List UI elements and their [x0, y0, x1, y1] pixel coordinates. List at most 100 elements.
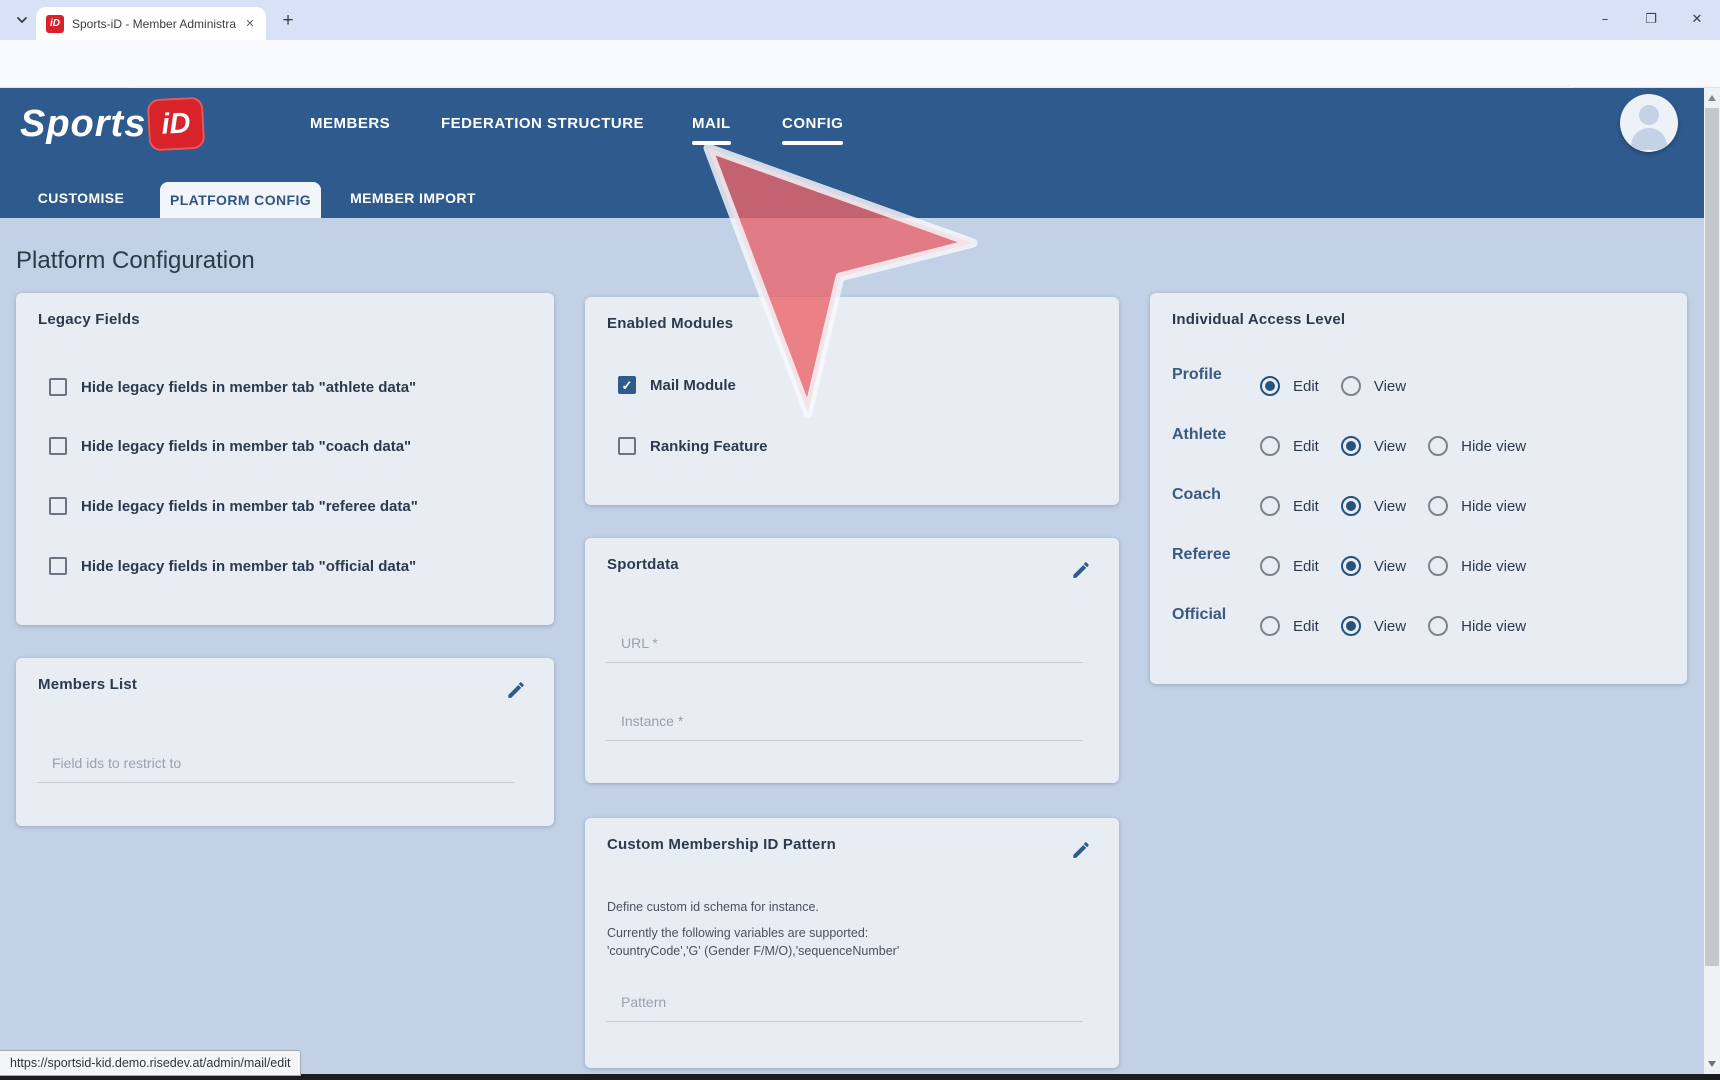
radio-athlete-view[interactable]: [1341, 436, 1361, 456]
checkbox-mail-module[interactable]: ✓ Mail Module: [618, 373, 736, 397]
radio-label[interactable]: Hide view: [1461, 498, 1526, 515]
pattern-description: Define custom id schema for instance.: [607, 898, 1037, 916]
restore-button[interactable]: ❐: [1628, 0, 1674, 38]
pencil-icon: [1070, 839, 1092, 861]
checkbox-label: Hide legacy fields in member tab "offici…: [81, 558, 416, 575]
radio-label[interactable]: Edit: [1293, 438, 1319, 455]
status-bar: https://sportsid-kid.demo.risedev.at/adm…: [0, 1050, 301, 1076]
radio-official-edit[interactable]: [1260, 616, 1280, 636]
radio-coach-hide-view[interactable]: [1428, 496, 1448, 516]
nav-mail[interactable]: MAIL: [692, 115, 731, 132]
edit-custom-pattern-button[interactable]: [1069, 838, 1093, 862]
nav-members[interactable]: MEMBERS: [310, 115, 390, 132]
scroll-down-icon[interactable]: [1708, 1061, 1716, 1067]
tab-search-button[interactable]: [10, 8, 34, 32]
radio-referee-edit[interactable]: [1260, 556, 1280, 576]
card-title: Legacy Fields: [38, 311, 140, 328]
checkbox-label: Hide legacy fields in member tab "coach …: [81, 438, 411, 455]
radio-label[interactable]: View: [1374, 378, 1406, 395]
close-window-button[interactable]: ✕: [1674, 0, 1720, 38]
tab-member-import[interactable]: MEMBER IMPORT: [350, 190, 476, 206]
access-row-coach: Coach Edit View Hide view: [1172, 486, 1548, 526]
radio-label[interactable]: Edit: [1293, 618, 1319, 635]
radio-profile-edit[interactable]: [1260, 376, 1280, 396]
radio-label[interactable]: View: [1374, 618, 1406, 635]
browser-tab[interactable]: iD Sports-iD - Member Administra ✕: [36, 7, 266, 40]
sportdata-url-input[interactable]: [606, 623, 1083, 663]
radio-athlete-edit[interactable]: [1260, 436, 1280, 456]
radio-label[interactable]: View: [1374, 558, 1406, 575]
new-tab-button[interactable]: +: [276, 9, 300, 33]
card-legacy-fields: Legacy Fields ✓ Hide legacy fields in me…: [16, 293, 554, 625]
checkbox-label: Hide legacy fields in member tab "refere…: [81, 498, 418, 515]
radio-label[interactable]: Edit: [1293, 378, 1319, 395]
access-row-label: Official: [1172, 606, 1260, 624]
access-row-label: Coach: [1172, 486, 1260, 504]
checkbox-ranking-feature[interactable]: ✓ Ranking Feature: [618, 434, 768, 458]
checkbox[interactable]: ✓: [49, 437, 67, 455]
checkbox-label: Ranking Feature: [650, 438, 768, 455]
edit-sportdata-button[interactable]: [1069, 558, 1093, 582]
radio-label[interactable]: Edit: [1293, 498, 1319, 515]
checkbox[interactable]: ✓: [618, 437, 636, 455]
page-title: Platform Configuration: [16, 247, 255, 275]
logo-text: Sports: [20, 103, 146, 146]
nav-config[interactable]: CONFIG: [782, 115, 843, 132]
tab-close-icon[interactable]: ✕: [242, 16, 258, 32]
pattern-variables: Currently the following variables are su…: [607, 924, 957, 960]
radio-label[interactable]: Hide view: [1461, 438, 1526, 455]
tab-platform-config[interactable]: PLATFORM CONFIG: [160, 182, 321, 218]
checkbox-hide-coach-data[interactable]: ✓ Hide legacy fields in member tab "coac…: [49, 434, 411, 458]
radio-referee-view[interactable]: [1341, 556, 1361, 576]
checkbox[interactable]: ✓: [49, 497, 67, 515]
logo-badge-icon: iD: [147, 97, 206, 152]
window-controls: – ❐ ✕: [1582, 0, 1720, 38]
scrollbar-thumb[interactable]: [1705, 108, 1719, 966]
checkbox[interactable]: ✓: [49, 557, 67, 575]
checkbox-hide-athlete-data[interactable]: ✓ Hide legacy fields in member tab "athl…: [49, 375, 416, 399]
nav-federation-structure[interactable]: FEDERATION STRUCTURE: [441, 115, 644, 132]
card-title: Individual Access Level: [1172, 311, 1345, 328]
check-icon: ✓: [622, 379, 633, 392]
access-row-label: Athlete: [1172, 426, 1260, 444]
checkbox-hide-official-data[interactable]: ✓ Hide legacy fields in member tab "offi…: [49, 554, 416, 578]
app-header: Sports iD MEMBERS FEDERATION STRUCTURE M…: [0, 88, 1704, 218]
user-avatar[interactable]: [1620, 94, 1678, 152]
scrollbar[interactable]: [1704, 88, 1720, 1074]
radio-coach-edit[interactable]: [1260, 496, 1280, 516]
radio-athlete-hide-view[interactable]: [1428, 436, 1448, 456]
radio-label[interactable]: Edit: [1293, 558, 1319, 575]
sportsid-logo[interactable]: Sports iD: [20, 98, 204, 150]
checkbox[interactable]: ✓: [49, 378, 67, 396]
radio-label[interactable]: Hide view: [1461, 618, 1526, 635]
scroll-up-icon[interactable]: [1708, 95, 1716, 101]
sportdata-instance-input[interactable]: [606, 701, 1083, 741]
radio-referee-hide-view[interactable]: [1428, 556, 1448, 576]
favicon-icon: iD: [46, 15, 64, 33]
radio-profile-view[interactable]: [1341, 376, 1361, 396]
radio-label[interactable]: View: [1374, 498, 1406, 515]
radio-label[interactable]: Hide view: [1461, 558, 1526, 575]
radio-label[interactable]: View: [1374, 438, 1406, 455]
card-members-list: Members List: [16, 658, 554, 826]
access-row-athlete: Athlete Edit View Hide view: [1172, 426, 1548, 466]
card-sportdata: Sportdata: [585, 538, 1119, 783]
checkbox[interactable]: ✓: [618, 376, 636, 394]
pencil-icon: [1070, 559, 1092, 581]
pattern-input[interactable]: [606, 982, 1083, 1022]
field-ids-input[interactable]: [37, 743, 514, 783]
tab-title: Sports-iD - Member Administra: [72, 17, 236, 31]
checkbox-hide-referee-data[interactable]: ✓ Hide legacy fields in member tab "refe…: [49, 494, 418, 518]
browser-toolbar: ← → ↻ ☆ M ⋮: [0, 40, 1720, 88]
access-row-official: Official Edit View Hide view: [1172, 606, 1548, 646]
person-icon: [1639, 105, 1659, 125]
radio-official-hide-view[interactable]: [1428, 616, 1448, 636]
minimize-button[interactable]: –: [1582, 0, 1628, 38]
radio-coach-view[interactable]: [1341, 496, 1361, 516]
browser-tab-strip: iD Sports-iD - Member Administra ✕ + – ❐…: [0, 0, 1720, 40]
edit-members-list-button[interactable]: [504, 678, 528, 702]
pencil-icon: [505, 679, 527, 701]
card-custom-membership-id-pattern: Custom Membership ID Pattern Define cust…: [585, 818, 1119, 1068]
tab-customise[interactable]: CUSTOMISE: [38, 190, 125, 206]
radio-official-view[interactable]: [1341, 616, 1361, 636]
